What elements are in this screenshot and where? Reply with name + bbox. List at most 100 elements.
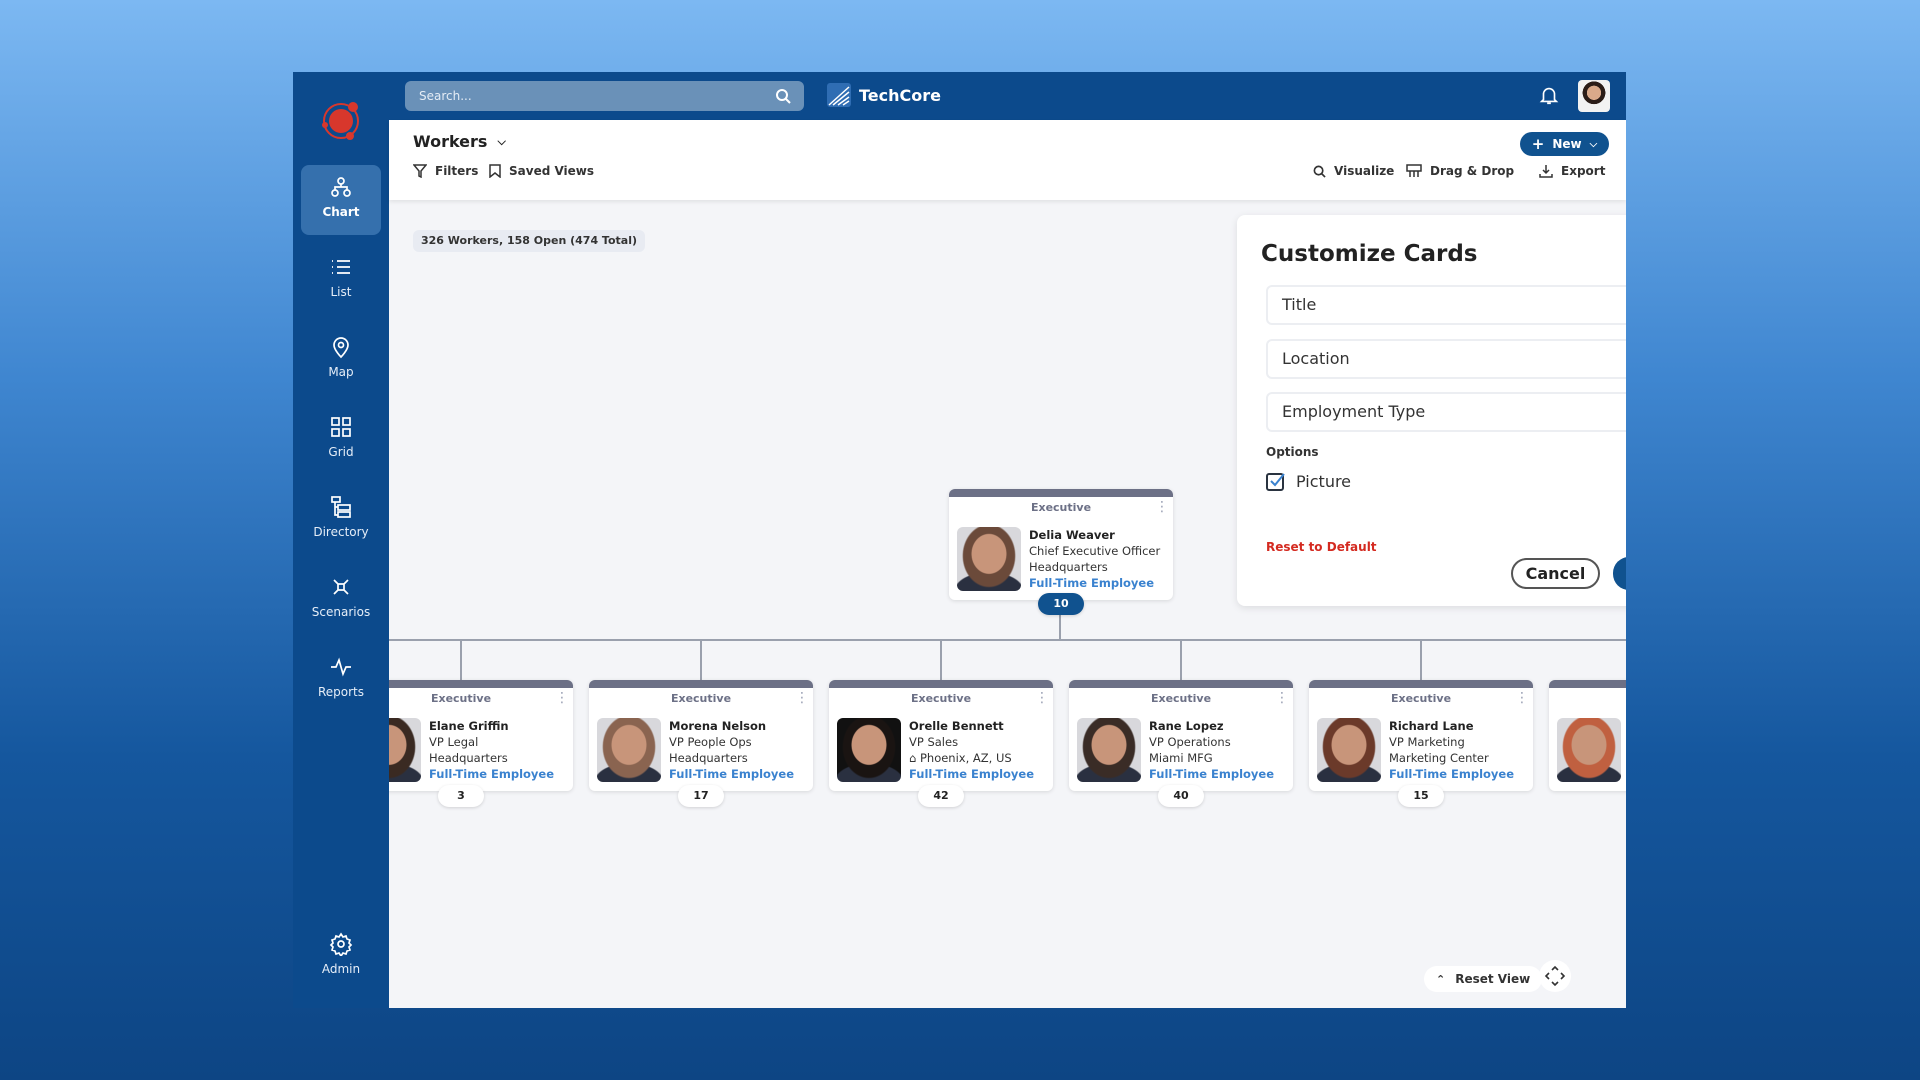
sidebar-item-scenarios[interactable]: Scenarios xyxy=(301,565,381,635)
more-options-icon[interactable]: ⋮ xyxy=(1035,691,1049,705)
drag-drop-icon xyxy=(1406,164,1422,177)
cancel-button[interactable]: Cancel xyxy=(1511,558,1600,589)
picture-label: Picture xyxy=(1296,471,1352,491)
scenarios-icon xyxy=(333,579,349,595)
department-label: Executive xyxy=(1150,692,1212,705)
employment-type: Full-Time Employee xyxy=(429,767,555,781)
worker-name[interactable]: Rane Lopez xyxy=(1149,718,1274,734)
nav-label: Grid xyxy=(328,445,354,459)
worker-location: Miami MFG xyxy=(1149,750,1274,766)
map-pin-icon xyxy=(333,337,349,359)
worker-card[interactable]: Executive ⋮ Orelle Bennett VP Sales ⌂ Phoeni… xyxy=(829,680,1053,791)
location-text: Headquarters xyxy=(1029,560,1108,574)
fit-to-screen-button[interactable] xyxy=(1539,960,1571,992)
reset-view-button[interactable]: ⌃ Reset View xyxy=(1424,966,1543,992)
worker-title: VP Legal xyxy=(429,735,479,749)
worker-card[interactable]: Executive ⋮ Richard Lane VP Marketing Market… xyxy=(1309,680,1533,791)
direct-reports-count[interactable]: 15 xyxy=(1398,785,1444,807)
save-button[interactable] xyxy=(1613,557,1626,590)
bookmark-icon xyxy=(489,164,501,178)
more-options-icon[interactable]: ⋮ xyxy=(1275,691,1289,705)
sidebar-item-grid[interactable]: Grid xyxy=(301,405,381,475)
more-options-icon[interactable]: ⋮ xyxy=(1515,691,1529,705)
filters-button[interactable]: Filters xyxy=(413,164,478,178)
saved-views-button[interactable]: Saved Views xyxy=(489,164,594,178)
worker-title: VP People Ops xyxy=(669,735,752,749)
top-bar: TechCore xyxy=(389,72,1626,120)
brand-name: TechCore xyxy=(859,85,941,105)
worker-title: Chief Executive Officer xyxy=(1029,544,1161,558)
direct-reports-count[interactable]: 42 xyxy=(918,785,964,807)
more-options-icon[interactable]: ⋮ xyxy=(1155,500,1169,514)
pulse-icon xyxy=(331,657,351,677)
picture-checkbox[interactable]: Picture xyxy=(1266,471,1351,491)
worker-card[interactable]: Executive ⋮ Morena Nelson VP People Ops Head… xyxy=(589,680,813,791)
department-label: Executive xyxy=(910,692,972,705)
brand-logo-icon xyxy=(827,83,851,107)
employment-type: Full-Time Employee xyxy=(1029,576,1155,590)
sidebar-item-map[interactable]: Map xyxy=(301,325,381,395)
worker-name[interactable]: Morena Nelson xyxy=(669,718,794,734)
user-avatar[interactable] xyxy=(1578,80,1610,112)
direct-reports-count[interactable]: 40 xyxy=(1158,785,1204,807)
view-selector[interactable]: Workers ⌵ xyxy=(413,132,506,151)
customize-cards-panel: Customize Cards Title Location Employmen… xyxy=(1237,215,1626,606)
list-icon xyxy=(332,260,350,274)
worker-photo xyxy=(389,718,421,782)
search-input[interactable] xyxy=(405,81,804,111)
worker-title: VP Sales xyxy=(909,735,959,749)
org-chart-canvas[interactable]: 326 Workers, 158 Open (474 Total) Execut… xyxy=(389,200,1626,1008)
search-icon xyxy=(1313,165,1326,178)
employment-type: Full-Time Employee xyxy=(669,767,795,781)
card-field-employment-type[interactable]: Employment Type xyxy=(1266,392,1626,432)
worker-name[interactable]: Delia Weaver xyxy=(1029,527,1160,543)
nav-label: Reports xyxy=(317,685,365,699)
more-options-icon[interactable]: ⋮ xyxy=(795,691,809,705)
worker-card[interactable]: Executive ⋮ Elane Griffin VP Legal Headquart… xyxy=(389,680,573,791)
visualize-button[interactable]: Visualize xyxy=(1313,164,1394,178)
worker-name[interactable]: Richard Lane xyxy=(1389,718,1514,734)
worker-photo xyxy=(597,718,661,782)
drag-drop-label: Drag & Drop xyxy=(1430,164,1515,178)
expand-icon xyxy=(1544,965,1566,987)
filter-icon xyxy=(413,164,427,178)
sidebar-item-admin[interactable]: Admin xyxy=(301,922,381,992)
card-field-location[interactable]: Location xyxy=(1266,339,1626,379)
location-text: Miami MFG xyxy=(1149,751,1213,765)
nav-label: Admin xyxy=(321,962,361,976)
search-icon[interactable] xyxy=(775,88,791,104)
worker-card[interactable]: Executive ⋮ Rane Lopez VP Operations Miami M… xyxy=(1069,680,1293,791)
direct-reports-count[interactable]: 17 xyxy=(678,785,724,807)
worker-card[interactable]: Executive ⋮ Delia Weaver Chief Executive Of… xyxy=(949,489,1173,600)
grid-icon xyxy=(331,417,351,437)
more-options-icon[interactable]: ⋮ xyxy=(555,691,569,705)
employment-type: Full-Time Employee xyxy=(1389,767,1515,781)
download-icon xyxy=(1539,165,1553,178)
reset-to-default-link[interactable]: Reset to Default xyxy=(1266,540,1377,554)
direct-reports-count[interactable]: 10 xyxy=(1038,593,1084,615)
sidebar-item-chart[interactable]: Chart xyxy=(301,165,381,235)
export-button[interactable]: Export xyxy=(1539,164,1605,178)
department-label: Executive xyxy=(1390,692,1452,705)
sidebar-item-directory[interactable]: Directory xyxy=(301,485,381,555)
worker-name[interactable]: Elane Griffin xyxy=(429,718,554,734)
worker-name[interactable]: Orelle Bennett xyxy=(909,718,1034,734)
card-field-title[interactable]: Title xyxy=(1266,285,1626,325)
connector-line xyxy=(460,640,462,680)
plus-icon: + xyxy=(1531,135,1545,153)
worker-card[interactable] xyxy=(1549,680,1626,791)
sidebar-item-reports[interactable]: Reports xyxy=(301,645,381,715)
new-button[interactable]: + New ⌵ xyxy=(1520,132,1609,156)
connector-line xyxy=(940,640,942,680)
notification-bell-icon[interactable] xyxy=(1538,84,1560,106)
direct-reports-count[interactable]: 3 xyxy=(438,785,484,807)
saved-views-label: Saved Views xyxy=(509,164,595,178)
worker-location: Marketing Center xyxy=(1389,750,1514,766)
worker-title: VP Operations xyxy=(1149,735,1231,749)
location-text: Headquarters xyxy=(429,751,508,765)
panel-title: Customize Cards xyxy=(1261,241,1478,267)
chevron-down-icon: ⌵ xyxy=(497,134,506,148)
drag-drop-button[interactable]: Drag & Drop xyxy=(1406,164,1514,178)
sidebar-item-list[interactable]: List xyxy=(301,245,381,315)
filters-label: Filters xyxy=(435,164,479,178)
